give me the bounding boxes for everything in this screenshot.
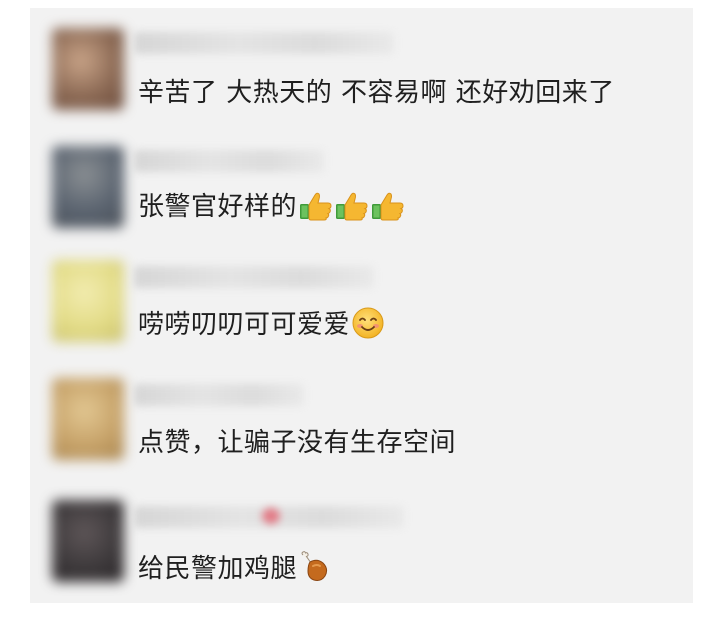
avatar[interactable] bbox=[52, 500, 124, 582]
comment-item[interactable]: 唠唠叨叨可可爱爱 bbox=[30, 256, 693, 366]
drumstick-icon bbox=[299, 551, 329, 590]
comment-item[interactable]: 点赞，让骗子没有生存空间 bbox=[30, 374, 693, 484]
comment-text: 辛苦了 大热天的 不容易啊 还好劝回来了 bbox=[138, 72, 615, 109]
comment-text: 给民警加鸡腿 bbox=[138, 548, 329, 590]
comment-text-content: 点赞，让骗子没有生存空间 bbox=[138, 428, 457, 458]
nickname-blurred bbox=[134, 384, 304, 406]
avatar[interactable] bbox=[52, 28, 124, 110]
avatar[interactable] bbox=[52, 378, 124, 460]
comment-item[interactable]: 给民警加鸡腿 bbox=[30, 492, 693, 602]
comment-text: 张警官好样的 bbox=[138, 186, 405, 228]
comment-text: 点赞，让骗子没有生存空间 bbox=[138, 422, 456, 459]
nickname-blurred bbox=[134, 266, 374, 288]
comment-text-content: 唠唠叨叨可可爱爱 bbox=[138, 310, 351, 340]
comment-panel: 辛苦了 大热天的 不容易啊 还好劝回来了 张警官好样的 唠唠叨叨可可爱爱 点赞，… bbox=[30, 8, 693, 603]
heart-icon bbox=[262, 508, 280, 524]
avatar[interactable] bbox=[52, 146, 124, 228]
thumbs-up-icon bbox=[371, 191, 405, 228]
comment-text-content: 张警官好样的 bbox=[138, 192, 298, 222]
comment-item[interactable]: 辛苦了 大热天的 不容易啊 还好劝回来了 bbox=[30, 22, 693, 132]
smiling-face-icon bbox=[352, 307, 384, 346]
comment-text-content: 给民警加鸡腿 bbox=[138, 554, 298, 584]
comment-text: 唠唠叨叨可可爱爱 bbox=[138, 304, 384, 346]
nickname-blurred bbox=[134, 150, 324, 172]
thumbs-up-icon bbox=[299, 191, 333, 228]
comment-text-content: 辛苦了 大热天的 不容易啊 还好劝回来了 bbox=[138, 78, 615, 108]
thumbs-up-icon bbox=[335, 191, 369, 228]
nickname-blurred bbox=[134, 32, 394, 54]
comment-item[interactable]: 张警官好样的 bbox=[30, 138, 693, 248]
avatar[interactable] bbox=[52, 260, 124, 342]
